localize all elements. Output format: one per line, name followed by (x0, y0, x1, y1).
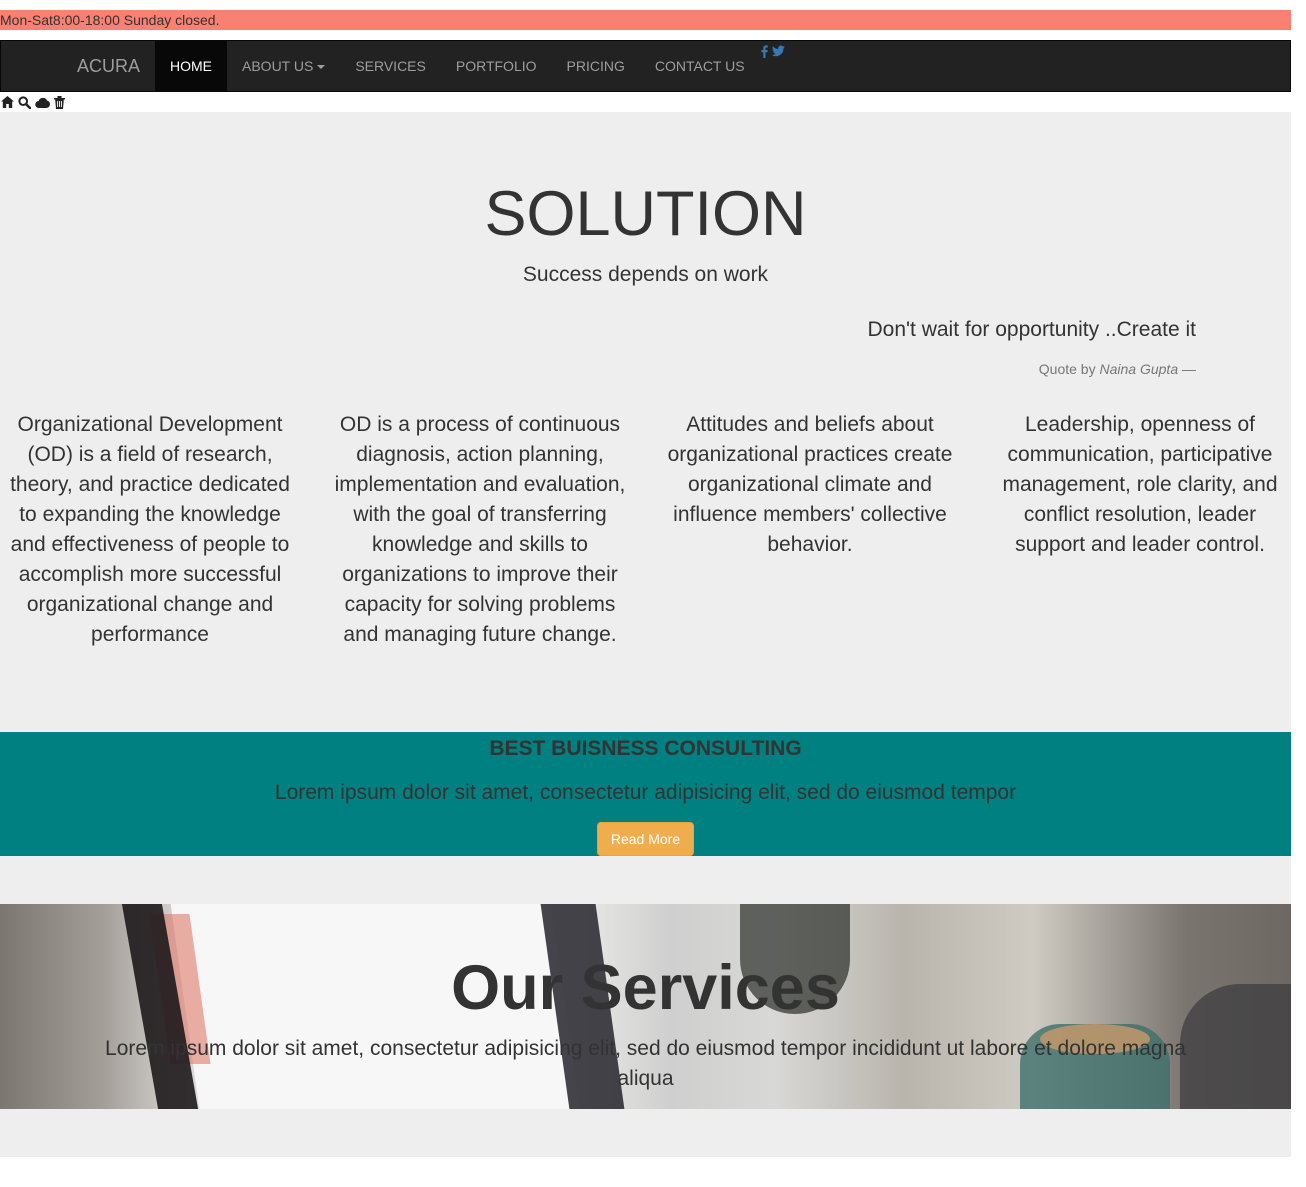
solution-column-4: Leadership, openness of communication, p… (1002, 413, 1278, 556)
solution-title: SOLUTION (484, 179, 807, 249)
facebook-icon[interactable] (761, 45, 768, 58)
quote-prefix: Quote by (1038, 361, 1096, 377)
solution-column-1: Organizational Development (OD) is a fie… (10, 413, 290, 646)
solution-column-2: OD is a process of continuous diagnosis,… (334, 413, 626, 646)
services-title: Our Services (451, 953, 840, 1023)
quote-author: Naina Gupta (1099, 361, 1179, 377)
nav-menu: HOME ABOUT US SERVICES PORTFOLIO PRICING… (155, 41, 760, 91)
search-icon[interactable] (18, 95, 31, 109)
trash-icon[interactable] (54, 95, 65, 109)
twitter-icon[interactable] (772, 45, 785, 58)
nav-item-portfolio[interactable]: PORTFOLIO (441, 41, 552, 91)
banner-text: Lorem ipsum dolor sit amet, consectetur … (274, 781, 1017, 804)
nav-item-contact-us[interactable]: CONTACT US (640, 41, 760, 91)
nav-item-about-us[interactable]: ABOUT US (227, 41, 340, 91)
quote-text: Don't wait for opportunity ..Create it (867, 318, 1197, 341)
consulting-banner: BEST BUISNESS CONSULTING Lorem ipsum dol… (0, 732, 1291, 856)
business-hours-text: Mon-Sat8:00-18:00 Sunday closed. (0, 12, 220, 28)
brand-logo[interactable]: ACURA (77, 41, 140, 91)
solution-subtitle: Success depends on work (522, 263, 769, 286)
social-links (761, 45, 785, 58)
nav-item-pricing[interactable]: PRICING (552, 41, 640, 91)
services-text: Lorem ipsum dolor sit amet, consectetur … (105, 1037, 1186, 1090)
read-more-button[interactable]: Read More (597, 822, 694, 856)
quote-suffix: — (1182, 361, 1196, 377)
solution-section: SOLUTION Success depends on work Don't w… (0, 112, 1291, 732)
nav-item-services[interactable]: SERVICES (340, 41, 441, 91)
footer-spacer (0, 1109, 1291, 1157)
cloud-icon[interactable] (35, 97, 50, 108)
banner-title: BEST BUISNESS CONSULTING (489, 737, 802, 760)
services-section: Our Services Lorem ipsum dolor sit amet,… (0, 904, 1291, 1109)
utility-icon-row (1, 95, 65, 109)
nav-item-home[interactable]: HOME (155, 41, 227, 91)
business-hours-bar: Mon-Sat8:00-18:00 Sunday closed. (0, 10, 1291, 30)
quote-footer: Quote by Naina Gupta — (1039, 360, 1196, 378)
main-navbar: ACURA HOME ABOUT US SERVICES PORTFOLIO P… (0, 40, 1291, 92)
solution-column-3: Attitudes and beliefs about organization… (667, 413, 953, 556)
home-icon[interactable] (1, 96, 14, 108)
section-spacer (0, 856, 1291, 904)
caret-down-icon (317, 65, 326, 70)
